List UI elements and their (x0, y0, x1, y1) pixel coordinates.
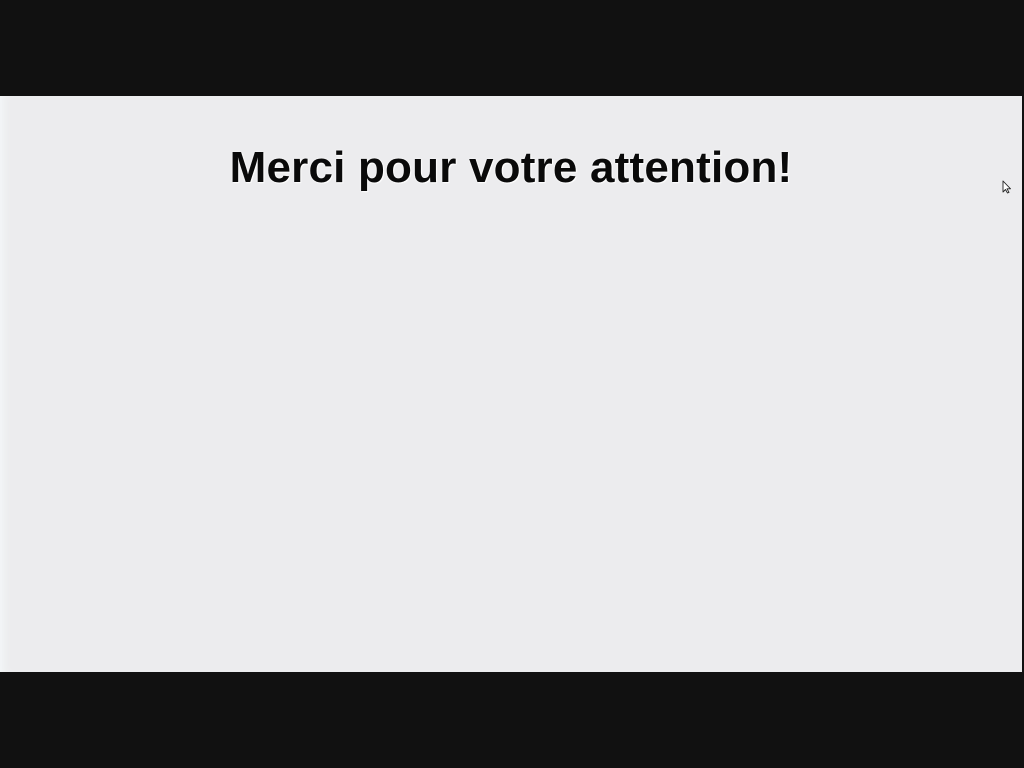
slide[interactable]: Merci pour votre attention! (0, 96, 1022, 672)
slide-title: Merci pour votre attention! (229, 143, 793, 192)
letterbox-bottom (0, 672, 1024, 768)
letterbox-top (0, 0, 1024, 96)
mouse-cursor-icon (1002, 180, 1011, 194)
presentation-screen: Merci pour votre attention! (0, 0, 1024, 768)
